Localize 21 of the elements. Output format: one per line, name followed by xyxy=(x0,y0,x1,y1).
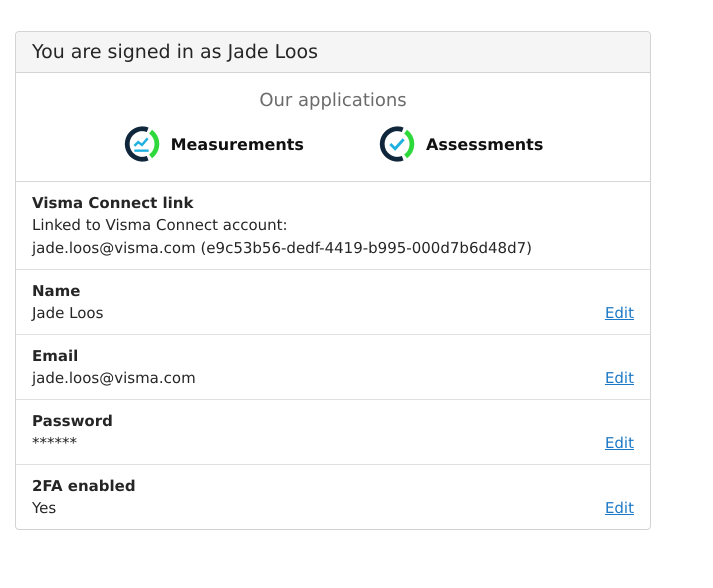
edit-link[interactable]: Edit xyxy=(604,497,634,520)
field-label: Password xyxy=(32,411,113,432)
signed-in-title: You are signed in as Jade Loos xyxy=(32,41,318,63)
field-value: jade.loos@visma.com (e9c53b56-dedf-4419-b995-000d7b6d48d7) xyxy=(32,238,532,259)
edit-link[interactable]: Edit xyxy=(604,302,634,325)
field-value: ****** xyxy=(32,433,78,454)
field-label: Name xyxy=(32,281,82,302)
edit-link[interactable]: Edit xyxy=(604,432,634,455)
field-value: Jade Loos xyxy=(32,303,104,324)
applications-title: Our applications xyxy=(259,90,407,111)
application-link[interactable]: Assessments xyxy=(378,125,544,163)
field-value: Yes xyxy=(32,498,58,519)
field-value: Linked to Visma Connect account: xyxy=(32,215,289,236)
field-label: Visma Connect link xyxy=(32,193,194,214)
field-value: jade.loos@visma.com xyxy=(32,368,196,389)
chart-ring-icon xyxy=(122,125,161,163)
application-link[interactable]: Measurements xyxy=(122,125,304,163)
check-ring-icon xyxy=(378,125,416,163)
field-label: 2FA enabled xyxy=(32,476,136,497)
field-label: Email xyxy=(32,346,80,367)
edit-link[interactable]: Edit xyxy=(604,367,634,390)
